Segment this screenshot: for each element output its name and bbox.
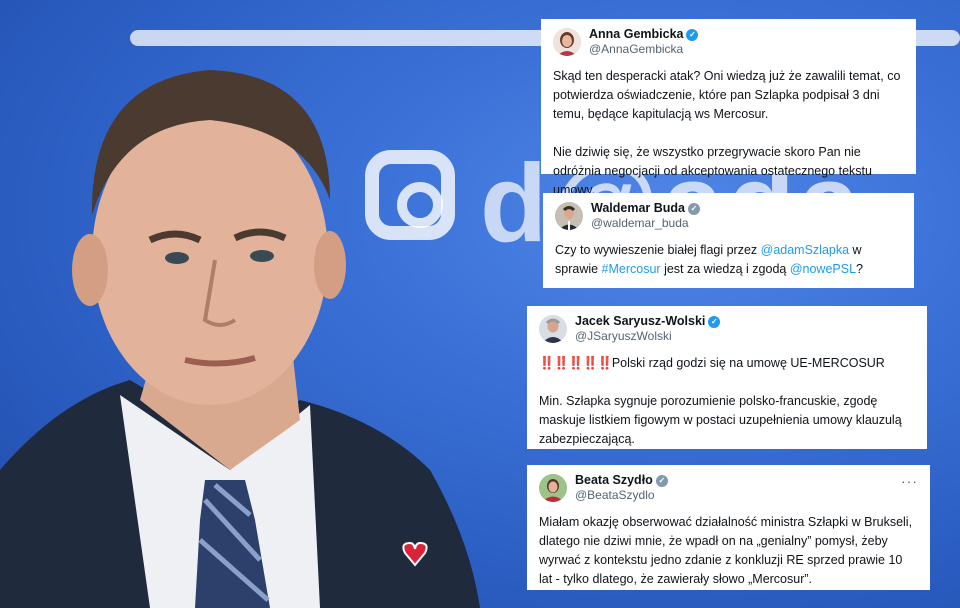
- tweet-text: Miałam okazję obserwować działalność min…: [539, 513, 918, 589]
- author-name[interactable]: Jacek Saryusz-Wolski: [575, 314, 705, 329]
- hashtag-link[interactable]: #Mercosur: [602, 262, 661, 276]
- double-exclamation-emoji: ‼️‼️‼️‼️‼️: [539, 356, 613, 370]
- avatar-anna-icon: [553, 28, 581, 56]
- tweet-card-anna-gembicka[interactable]: Anna Gembicka ✓ @AnnaGembicka Skąd ten d…: [541, 19, 916, 197]
- author-handle[interactable]: @waldemar_buda: [591, 216, 700, 231]
- avatar[interactable]: [539, 315, 567, 343]
- avatar[interactable]: [539, 474, 567, 502]
- tweet-text-part: ?: [856, 262, 863, 276]
- author-handle[interactable]: @AnnaGembicka: [589, 42, 698, 57]
- author-name[interactable]: Anna Gembicka: [589, 27, 683, 42]
- verified-badge-icon: ✓: [655, 474, 668, 487]
- mention-link[interactable]: @nowePSL: [790, 262, 856, 276]
- author-handle[interactable]: @BeataSzydlo: [575, 488, 668, 503]
- tweet-text-part: Czy to wywieszenie białej flagi przez: [555, 243, 761, 257]
- tweet-text-part: jest za wiedzą i zgodą: [660, 262, 790, 276]
- avatar-beata-icon: [539, 474, 567, 502]
- tweet-text: Skąd ten desperacki atak? Oni wiedzą już…: [553, 67, 904, 200]
- tweet-text: Czy to wywieszenie białej flagi przez @a…: [555, 241, 902, 279]
- person-photo: [0, 70, 480, 608]
- tweet-paragraph: Nie dziwię się, że wszystko przegrywacie…: [553, 145, 872, 197]
- verified-badge-icon: ✓: [688, 202, 701, 215]
- author-name[interactable]: Waldemar Buda: [591, 201, 685, 216]
- verified-badge-icon: ✓: [708, 315, 721, 328]
- tweet-card-jacek-saryusz-wolski[interactable]: Jacek Saryusz-Wolski ✓ @JSaryuszWolski ‼…: [527, 306, 927, 449]
- tweet-card-waldemar-buda[interactable]: Waldemar Buda ✓ @waldemar_buda Czy to wy…: [543, 193, 914, 288]
- avatar-jacek-icon: [539, 315, 567, 343]
- avatar[interactable]: [553, 28, 581, 56]
- avatar[interactable]: [555, 202, 583, 230]
- tweet-headline: Polski rząd godzi się na umowę UE-MERCOS…: [611, 356, 885, 370]
- tweet-paragraph: Skąd ten desperacki atak? Oni wiedzą już…: [553, 69, 901, 121]
- tweet-text: ‼️‼️‼️‼️‼️Polski rząd godzi się na umowę…: [539, 354, 915, 449]
- more-options-icon[interactable]: ···: [901, 473, 918, 489]
- verified-badge-icon: ✓: [686, 28, 699, 41]
- avatar-waldemar-icon: [555, 202, 583, 230]
- tweet-card-beata-szydlo[interactable]: ··· Beata Szydło ✓ @BeataSzydlo Miałam o…: [527, 465, 930, 590]
- tweet-paragraph: Miałam okazję obserwować działalność min…: [539, 515, 913, 586]
- tweet-paragraph: Min. Szłapka sygnuje porozumienie polsko…: [539, 394, 902, 446]
- author-name[interactable]: Beata Szydło: [575, 473, 653, 488]
- mention-link[interactable]: @adamSzlapka: [761, 243, 849, 257]
- author-handle[interactable]: @JSaryuszWolski: [575, 329, 720, 344]
